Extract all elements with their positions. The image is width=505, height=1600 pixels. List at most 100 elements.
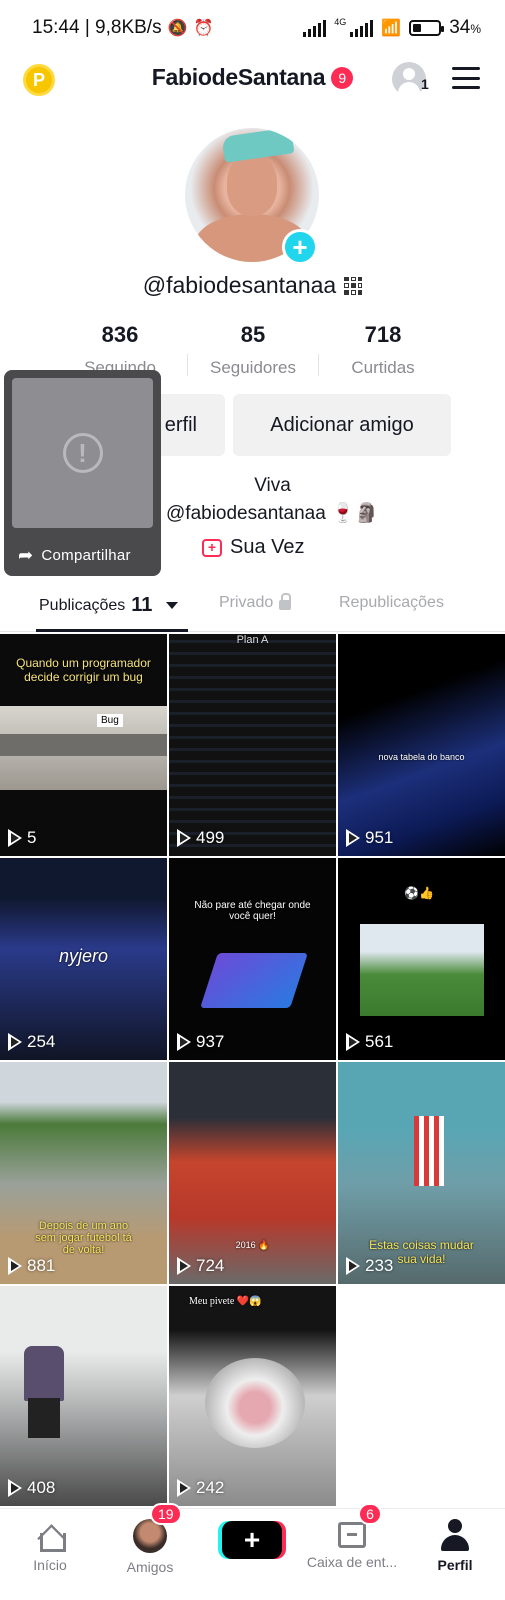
view-count: 254: [27, 1032, 56, 1051]
wifi-icon: 📶: [381, 20, 402, 37]
handle-row: @fabiodesantanaa: [0, 272, 505, 299]
nav-home[interactable]: Início: [0, 1509, 100, 1573]
bio-line-2-text: @fabiodesantanaa 🍷🗿: [166, 503, 379, 524]
tab-republicacoes[interactable]: Republicações: [339, 594, 444, 612]
video-thumb[interactable]: ⚽👍 561: [338, 858, 505, 1060]
video-thumb[interactable]: nyjero 254: [0, 858, 167, 1060]
play-icon: [177, 1033, 191, 1051]
play-icon: [177, 1257, 191, 1275]
header-username[interactable]: FabiodeSantana: [152, 64, 326, 91]
video-thumb[interactable]: 2016 🔥 724: [169, 1062, 336, 1284]
status-bar: 15:44 | 9,8KB/s 🔕 ⏰ 4G 📶 34%: [0, 0, 505, 56]
nav-friends[interactable]: Amigos: [100, 1509, 200, 1575]
battery-icon: [409, 20, 445, 36]
play-icon: [177, 829, 191, 847]
active-tab-indicator: [36, 629, 188, 632]
nav-profile[interactable]: Perfil: [405, 1509, 505, 1573]
video-thumb[interactable]: Meu pivete ❤️😱 242: [169, 1286, 336, 1506]
video-thumb[interactable]: Estas coisas mudar sua vida! 233: [338, 1062, 505, 1284]
status-time-speed: 15:44 | 9,8KB/s: [32, 17, 162, 38]
share-arrow-icon: ➦: [18, 545, 34, 565]
profile-header: P FabiodeSantana 9 1: [0, 56, 505, 104]
view-count: 724: [196, 1256, 225, 1275]
plus-square-icon: +: [202, 538, 222, 557]
account-count: 1: [421, 76, 429, 92]
play-icon: [346, 1033, 360, 1051]
battery-percent: 34%: [449, 17, 481, 38]
video-thumb[interactable]: nova tabela do banco 951: [338, 634, 505, 856]
view-count: 561: [365, 1032, 394, 1051]
bug-tag: Bug: [97, 714, 123, 727]
view-count: 937: [196, 1032, 225, 1051]
share-popup[interactable]: ! ➦ Compartilhar: [4, 370, 161, 576]
stat-likes[interactable]: 718 Curtidas: [318, 322, 448, 378]
inbox-badge: 6: [358, 1503, 382, 1525]
play-icon: [8, 829, 22, 847]
view-count: 233: [365, 1256, 394, 1275]
stat-likes-value: 718: [364, 322, 402, 347]
username-switcher[interactable]: FabiodeSantana 9: [0, 64, 505, 91]
play-icon: [177, 1479, 191, 1497]
play-icon: [8, 1257, 22, 1275]
video-thumb[interactable]: 408: [0, 1286, 167, 1506]
share-button[interactable]: ➦ Compartilhar: [12, 545, 153, 566]
nav-profile-label: Perfil: [437, 1557, 473, 1573]
view-count: 242: [196, 1478, 225, 1497]
menu-icon[interactable]: [452, 67, 480, 89]
view-count: 881: [27, 1256, 56, 1275]
sua-vez-link[interactable]: + Sua Vez: [202, 536, 305, 559]
play-icon: [8, 1479, 22, 1497]
friends-badge: 19: [150, 1503, 182, 1525]
sua-vez-label: Sua Vez: [230, 536, 305, 558]
video-thumb[interactable]: Depois de um ano sem jogar futebol tá de…: [0, 1062, 167, 1284]
profile-icon: [440, 1519, 470, 1551]
network-type: 4G: [334, 17, 347, 27]
tab-republicacoes-label: Republicações: [339, 594, 444, 611]
caret-down-icon[interactable]: [166, 602, 179, 609]
view-count: 499: [196, 828, 225, 847]
create-plus-icon[interactable]: +: [222, 1521, 282, 1559]
share-preview: !: [12, 378, 153, 528]
stat-likes-label: Curtidas: [351, 358, 415, 377]
nav-inbox-label: Caixa de ent...: [306, 1554, 398, 1570]
content-tabs: Publicações 11 Privado Republicações: [0, 580, 505, 632]
alert-icon: !: [62, 433, 103, 473]
qr-code-icon[interactable]: [344, 276, 363, 295]
tab-publicacoes-count: 11: [131, 594, 153, 616]
view-count: 5: [27, 828, 37, 847]
play-icon: [346, 1257, 360, 1275]
bottom-nav: Início Amigos 19 + Caixa de ent... 6 Per…: [0, 1503, 505, 1600]
view-count: 951: [365, 828, 394, 847]
bio-line-2: @fabiodesantanaa 🍷🗿: [166, 501, 378, 525]
play-icon: [346, 829, 360, 847]
stat-following-value: 836: [101, 322, 139, 347]
nav-home-label: Início: [33, 1557, 67, 1573]
alarm-icon: ⏰: [193, 20, 214, 37]
share-label: Compartilhar: [41, 547, 131, 564]
tab-publicacoes[interactable]: Publicações 11: [39, 594, 179, 617]
nav-inbox[interactable]: Caixa de ent...: [302, 1509, 402, 1570]
add-friend-button[interactable]: Adicionar amigo: [233, 394, 451, 456]
nav-friends-label: Amigos: [126, 1559, 174, 1575]
edit-profile-label: erfil: [164, 413, 197, 436]
stat-followers-label: Seguidores: [209, 358, 296, 377]
username-notification-badge: 9: [331, 66, 354, 89]
add-friend-label: Adicionar amigo: [270, 413, 414, 436]
tab-publicacoes-label: Publicações: [39, 596, 126, 614]
mute-bell-icon: 🔕: [167, 20, 188, 37]
inbox-icon: [338, 1522, 366, 1548]
video-thumb[interactable]: Não pare até chegar onde você quer! 937: [169, 858, 336, 1060]
add-avatar-plus-icon[interactable]: +: [282, 229, 318, 265]
signal-icon-2: [350, 19, 374, 37]
stat-followers[interactable]: 85 Seguidores: [188, 322, 318, 378]
tab-privado-label: Privado: [219, 594, 274, 611]
tab-privado[interactable]: Privado: [219, 593, 292, 612]
stat-followers-value: 85: [240, 322, 266, 347]
signal-icon: [303, 19, 327, 37]
video-thumb[interactable]: Quando um programador decide corrigir um…: [0, 634, 167, 856]
view-count: 408: [27, 1478, 56, 1497]
video-thumb[interactable]: Plan A 499: [169, 634, 336, 856]
play-icon: [8, 1033, 22, 1051]
profile-handle: @fabiodesantanaa: [142, 272, 337, 298]
lock-icon: [279, 593, 292, 610]
